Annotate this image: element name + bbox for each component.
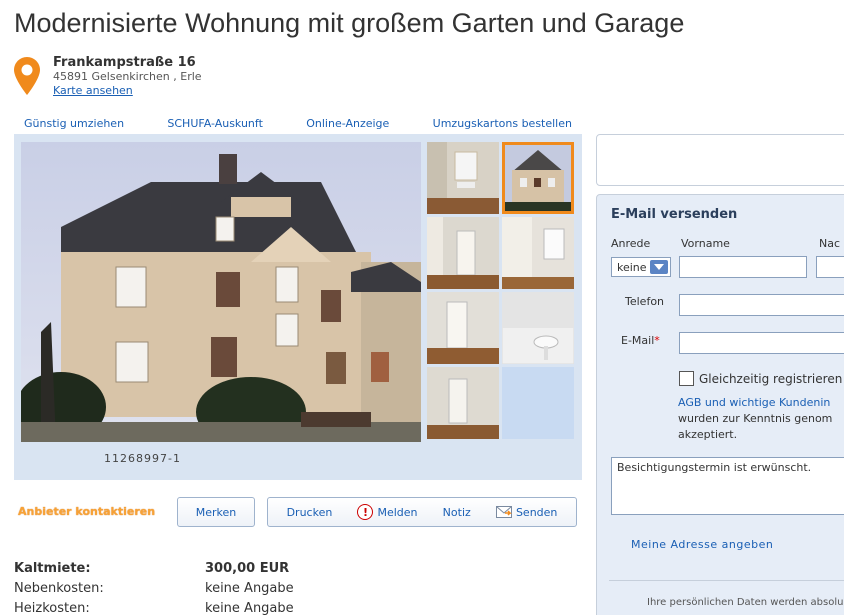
privacy-note: Ihre persönlichen Daten werden absolu bbox=[647, 597, 844, 608]
thumbnail-active[interactable] bbox=[502, 142, 574, 214]
cost-value: keine Angabe bbox=[205, 600, 294, 615]
lastname-input[interactable] bbox=[816, 256, 844, 278]
link-online-ad[interactable]: Online-Anzeige bbox=[306, 117, 389, 130]
map-pin-icon bbox=[14, 57, 40, 95]
salutation-value: keine bbox=[617, 260, 647, 274]
agb-line3: akzeptiert. bbox=[678, 428, 738, 441]
email-label: E-Mail* bbox=[621, 334, 660, 347]
envelope-icon bbox=[495, 506, 512, 518]
email-panel-title: E-Mail versenden bbox=[611, 207, 738, 222]
agb-link[interactable]: AGB und wichtige Kundenin bbox=[678, 396, 830, 409]
thumbnail[interactable] bbox=[427, 292, 499, 364]
send-label: Senden bbox=[515, 505, 558, 519]
photo-gallery: 11268997-1 bbox=[14, 134, 582, 480]
remember-button[interactable]: Merken bbox=[196, 506, 237, 519]
link-cheap-moving[interactable]: Günstig umziehen bbox=[24, 117, 124, 130]
lastname-label: Nac bbox=[819, 237, 841, 250]
note-label: Notiz bbox=[442, 505, 471, 519]
phone-input[interactable] bbox=[679, 294, 844, 316]
phone-label: Telefon bbox=[625, 295, 665, 308]
print-button[interactable]: Drucken bbox=[287, 506, 333, 519]
cost-value: 300,00 EUR bbox=[205, 560, 290, 576]
required-marker: * bbox=[654, 334, 660, 347]
contact-provider-button[interactable]: Anbieter kontaktieren bbox=[18, 505, 155, 518]
email-input[interactable] bbox=[679, 332, 844, 354]
report-label: Melden bbox=[377, 505, 418, 519]
main-photo[interactable] bbox=[21, 142, 421, 442]
send-button[interactable]: Senden bbox=[495, 505, 558, 519]
cost-label: Heizkosten: bbox=[14, 600, 90, 615]
note-button[interactable]: Notiz bbox=[443, 506, 471, 519]
cost-label: Kaltmiete: bbox=[14, 560, 91, 576]
cost-row: Kaltmiete: 300,00 EUR bbox=[14, 558, 294, 578]
show-map-link[interactable]: Karte ansehen bbox=[53, 84, 133, 97]
divider bbox=[609, 580, 844, 581]
chevron-down-icon bbox=[650, 260, 668, 274]
link-schufa[interactable]: SCHUFA-Auskunft bbox=[167, 117, 263, 130]
salutation-label: Anrede bbox=[611, 237, 651, 250]
thumbnail[interactable] bbox=[427, 367, 499, 439]
message-textarea[interactable]: Besichtigungstermin ist erwünscht. bbox=[611, 457, 844, 515]
email-label-text: E-Mail bbox=[621, 334, 655, 347]
own-address-link[interactable]: Meine Adresse angeben bbox=[631, 538, 773, 551]
cost-table: Kaltmiete: 300,00 EUR Nebenkosten: keine… bbox=[14, 558, 294, 615]
listing-id: 11268997-1 bbox=[104, 452, 181, 465]
service-links: Günstig umziehen SCHUFA-Auskunft Online-… bbox=[14, 117, 582, 130]
thumbnail[interactable] bbox=[502, 217, 574, 289]
report-button[interactable]: ! Melden bbox=[357, 504, 418, 520]
action-button-group: Drucken ! Melden Notiz Senden bbox=[267, 497, 577, 527]
salutation-select[interactable]: keine bbox=[611, 257, 671, 277]
page-title: Modernisierte Wohnung mit großem Garten … bbox=[14, 8, 685, 38]
thumbnail[interactable] bbox=[502, 292, 574, 364]
thumbnail[interactable] bbox=[427, 142, 499, 214]
warning-icon: ! bbox=[357, 504, 374, 520]
cost-row: Nebenkosten: keine Angabe bbox=[14, 578, 294, 598]
thumbnail[interactable] bbox=[427, 217, 499, 289]
remember-button-box: Merken bbox=[177, 497, 255, 527]
email-contact-panel: E-Mail versenden Anrede Vorname Nac kein… bbox=[596, 194, 844, 615]
cost-row: Heizkosten: keine Angabe bbox=[14, 598, 294, 615]
action-bar: Anbieter kontaktieren Merken Drucken ! M… bbox=[14, 497, 582, 527]
info-box bbox=[596, 134, 844, 186]
link-moving-boxes[interactable]: Umzugskartons bestellen bbox=[433, 117, 572, 130]
cost-label: Nebenkosten: bbox=[14, 580, 104, 596]
print-label: Drucken bbox=[286, 505, 333, 519]
cost-value: keine Angabe bbox=[205, 580, 294, 596]
address-city: 45891 Gelsenkirchen , Erle bbox=[53, 70, 202, 83]
register-checkbox[interactable] bbox=[679, 371, 694, 386]
firstname-input[interactable] bbox=[679, 256, 807, 278]
agb-line2: wurden zur Kenntnis genom bbox=[678, 412, 833, 425]
thumbnail-empty bbox=[502, 367, 574, 439]
agb-notice: AGB und wichtige Kundenin wurden zur Ken… bbox=[678, 395, 832, 443]
firstname-label: Vorname bbox=[681, 237, 730, 250]
register-label: Gleichzeitig registrieren bbox=[699, 372, 843, 386]
address-street: Frankampstraße 16 bbox=[53, 55, 196, 70]
